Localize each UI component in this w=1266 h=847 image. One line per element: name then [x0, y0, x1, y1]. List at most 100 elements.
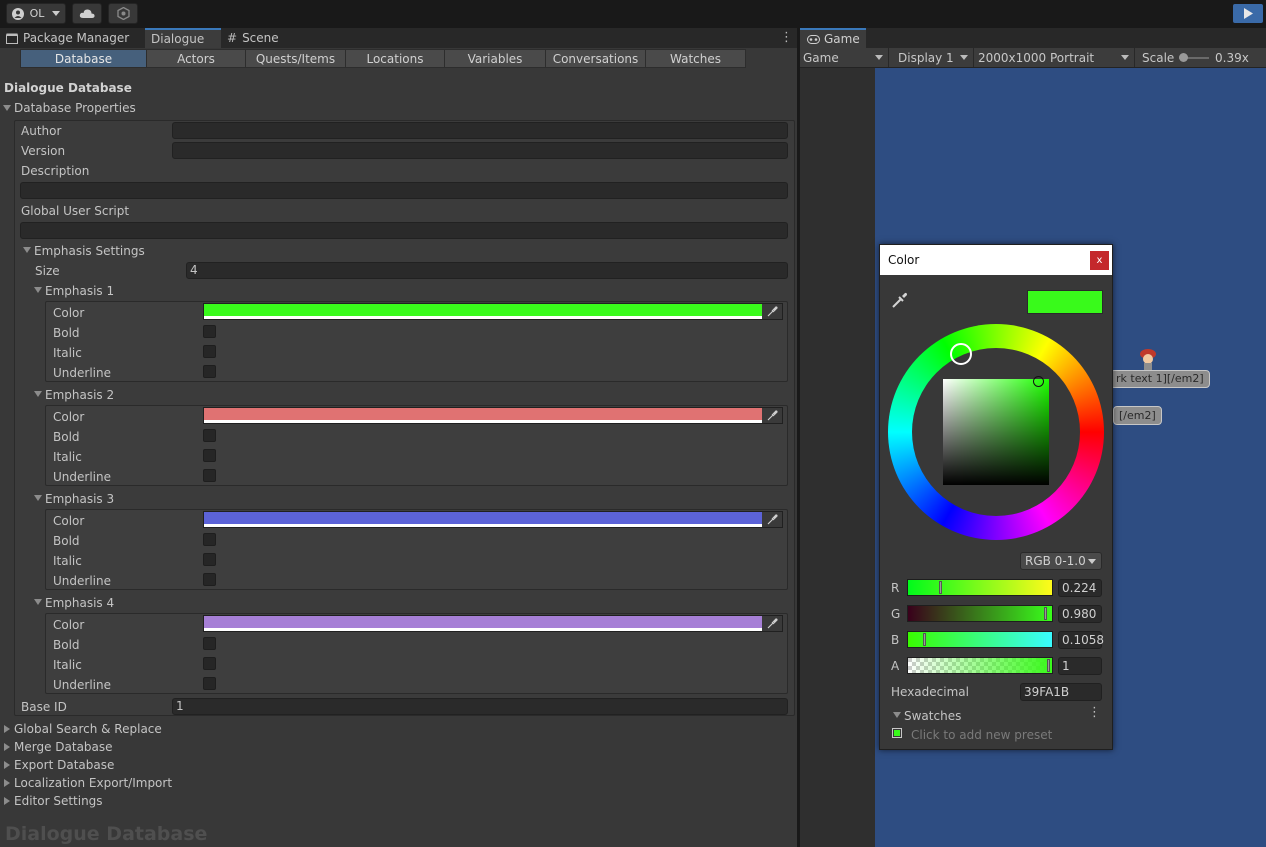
editor-tab-watches[interactable]: Watches [645, 49, 746, 68]
emphasis-1-foldout[interactable]: Emphasis 1 [45, 284, 114, 298]
emphasis-3-foldout[interactable]: Emphasis 3 [45, 492, 114, 506]
resolution-dropdown[interactable]: 2000x1000 Portrait [975, 48, 1135, 67]
eyedropper-icon[interactable] [762, 512, 782, 527]
version-field[interactable] [172, 142, 788, 159]
emphasis-3-underline-checkbox[interactable] [203, 573, 216, 586]
emphasis-3-italic-checkbox[interactable] [203, 553, 216, 566]
foldout-open-icon[interactable] [34, 495, 42, 501]
tab-scene[interactable]: # Scene [221, 28, 301, 48]
green-channel-slider[interactable] [907, 605, 1053, 622]
display-dropdown[interactable]: Display 1 [895, 48, 974, 67]
foldout-open-icon[interactable] [893, 712, 901, 718]
tab-dialogue[interactable]: Dialogue [145, 28, 221, 48]
hue-handle[interactable] [950, 343, 972, 365]
editor-settings-foldout[interactable]: Editor Settings [14, 794, 103, 808]
editor-tab-variables[interactable]: Variables [444, 49, 546, 68]
author-field[interactable] [172, 122, 788, 139]
color-picker-title: Color [888, 253, 920, 267]
eyedropper-icon[interactable] [762, 616, 782, 631]
editor-tab-locations[interactable]: Locations [345, 49, 445, 68]
foldout-closed-icon[interactable] [4, 725, 10, 733]
eyedropper-icon[interactable] [762, 408, 782, 423]
localization-export-import-foldout[interactable]: Localization Export/Import [14, 776, 172, 790]
foldout-closed-icon[interactable] [4, 761, 10, 769]
size-field[interactable]: 4 [186, 262, 788, 279]
emphasis-2-italic-checkbox[interactable] [203, 449, 216, 462]
add-preset-hint[interactable]: Click to add new preset [911, 728, 1052, 742]
color-swatch [204, 408, 762, 420]
alpha-channel-field[interactable]: 1 [1058, 657, 1102, 675]
editor-tab-label: Conversations [552, 51, 639, 66]
green-channel-field[interactable]: 0.980 [1058, 605, 1102, 623]
emphasis-4-bold-checkbox[interactable] [203, 637, 216, 650]
emphasis-2-underline-checkbox[interactable] [203, 469, 216, 482]
merge-database-foldout[interactable]: Merge Database [14, 740, 113, 754]
foldout-closed-icon[interactable] [4, 743, 10, 751]
base-id-field[interactable]: 1 [172, 698, 788, 715]
foldout-closed-icon[interactable] [4, 779, 10, 787]
emphasis-4-color-field[interactable] [203, 615, 783, 632]
account-button[interactable]: OL [6, 3, 66, 24]
kebab-menu-icon[interactable]: ⋮ [780, 30, 793, 45]
foldout-open-icon[interactable] [3, 105, 11, 111]
play-button[interactable] [1233, 4, 1263, 23]
collab-button[interactable] [108, 3, 138, 24]
emphasis-1-underline-checkbox[interactable] [203, 365, 216, 378]
hexadecimal-field[interactable]: 39FA1B [1020, 683, 1102, 701]
editor-tab-quests-items[interactable]: Quests/Items [245, 49, 346, 68]
red-channel-slider[interactable] [907, 579, 1053, 596]
foldout-open-icon[interactable] [34, 287, 42, 293]
red-channel-field[interactable]: 0.224 [1058, 579, 1102, 597]
bold-label: Bold [53, 430, 80, 444]
global-search-replace-foldout[interactable]: Global Search & Replace [14, 722, 162, 736]
database-properties-foldout[interactable]: Database Properties [14, 101, 136, 115]
blue-channel-field[interactable]: 0.1058 [1058, 631, 1104, 649]
foldout-open-icon[interactable] [34, 599, 42, 605]
alpha-channel-slider[interactable] [907, 657, 1053, 674]
game-mode-dropdown[interactable]: Game [800, 48, 889, 67]
eyedropper-icon[interactable] [891, 291, 909, 309]
tab-game[interactable]: Game [800, 28, 866, 48]
scale-slider-handle[interactable] [1179, 53, 1188, 62]
slider-handle[interactable] [939, 581, 942, 594]
emphasis-4-foldout[interactable]: Emphasis 4 [45, 596, 114, 610]
swatch-preset[interactable] [892, 728, 902, 738]
export-database-foldout[interactable]: Export Database [14, 758, 114, 772]
emphasis-3-bold-checkbox[interactable] [203, 533, 216, 546]
foldout-open-icon[interactable] [34, 391, 42, 397]
color-picker-titlebar[interactable]: Color [880, 245, 1112, 275]
editor-tab-database[interactable]: Database [20, 49, 147, 68]
green-channel-label: G [891, 607, 901, 621]
swatches-menu-icon[interactable]: ⋮ [1088, 705, 1101, 720]
slider-handle[interactable] [923, 633, 926, 646]
emphasis-2-bold-checkbox[interactable] [203, 429, 216, 442]
close-button[interactable]: x [1090, 251, 1109, 270]
color-mode-dropdown[interactable]: RGB 0-1.0 [1020, 552, 1102, 570]
emphasis-1-bold-checkbox[interactable] [203, 325, 216, 338]
blue-channel-slider[interactable] [907, 631, 1053, 648]
sv-handle[interactable] [1033, 376, 1044, 387]
foldout-closed-icon[interactable] [4, 797, 10, 805]
swatches-foldout[interactable]: Swatches [904, 709, 961, 723]
slider-handle[interactable] [1044, 607, 1047, 620]
eyedropper-icon[interactable] [762, 304, 782, 319]
description-field[interactable] [20, 182, 788, 199]
emphasis-1-color-field[interactable] [203, 303, 783, 320]
global-user-script-field[interactable] [20, 222, 788, 239]
saturation-value-square[interactable] [943, 379, 1049, 485]
emphasis-2-color-field[interactable] [203, 407, 783, 424]
emphasis-4-underline-checkbox[interactable] [203, 677, 216, 690]
emphasis-settings-foldout[interactable]: Emphasis Settings [34, 244, 145, 258]
slider-handle[interactable] [1047, 659, 1050, 672]
version-label: Version [21, 144, 66, 158]
emphasis-2-foldout[interactable]: Emphasis 2 [45, 388, 114, 402]
tab-package-manager[interactable]: Package Manager [0, 28, 144, 48]
editor-tab-conversations[interactable]: Conversations [545, 49, 646, 68]
cloud-button[interactable] [72, 3, 102, 24]
foldout-open-icon[interactable] [23, 247, 31, 253]
game-view-toolbar: Game Display 1 2000x1000 Portrait Scale … [800, 48, 1266, 68]
editor-tab-actors[interactable]: Actors [146, 49, 246, 68]
emphasis-1-italic-checkbox[interactable] [203, 345, 216, 358]
emphasis-3-color-field[interactable] [203, 511, 783, 528]
emphasis-4-italic-checkbox[interactable] [203, 657, 216, 670]
